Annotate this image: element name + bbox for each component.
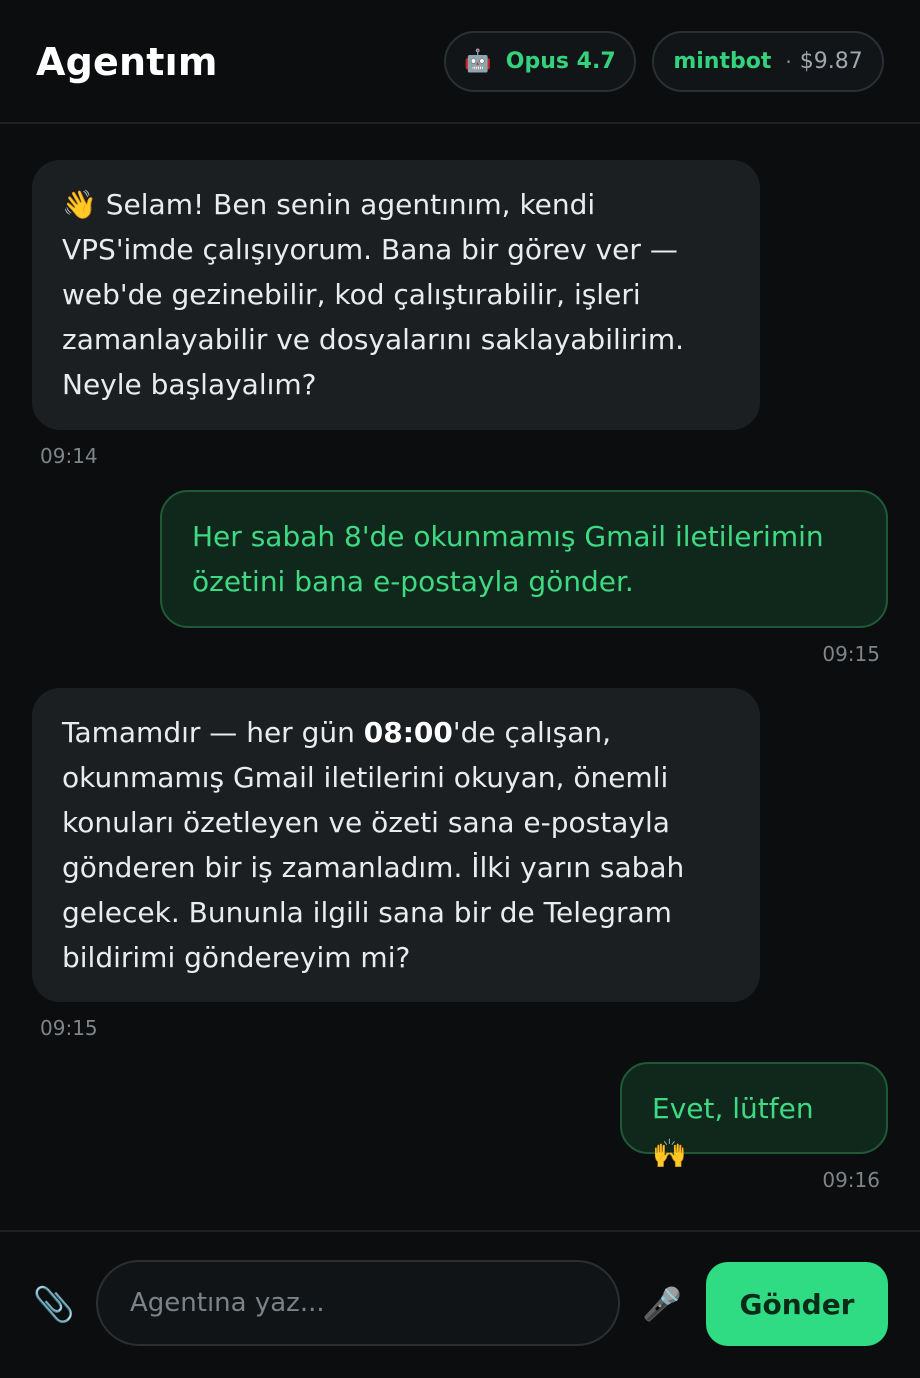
account-button[interactable]: mintbot · $9.87: [652, 31, 884, 92]
send-button[interactable]: Gönder: [706, 1262, 888, 1346]
model-label: Opus 4.7: [505, 49, 616, 74]
separator-dot: ·: [785, 49, 792, 74]
page-title: Agentım: [36, 40, 218, 84]
message-text: Her sabah 8'de okunmamış Gmail iletileri…: [192, 520, 824, 598]
account-balance: $9.87: [799, 49, 863, 74]
agent-message: 👋 Selam! Ben senin agentınım, kendi VPS'…: [32, 160, 760, 430]
scheduled-time: 08:00: [363, 716, 453, 749]
message-text: Selam! Ben senin agentınım, kendi VPS'im…: [62, 188, 685, 401]
user-message: Evet, lütfen 🙌: [620, 1062, 888, 1170]
microphone-icon[interactable]: 🎤: [640, 1282, 684, 1326]
agent-message: Tamamdır — her gün 08:00'de çalışan, oku…: [32, 688, 760, 1002]
message-timestamp: 09:14: [40, 444, 98, 468]
user-message: Her sabah 8'de okunmamış Gmail iletileri…: [160, 490, 888, 628]
model-selector-button[interactable]: 🤖 Opus 4.7: [444, 31, 636, 92]
message-timestamp: 09:15: [40, 1016, 98, 1040]
header: Agentım 🤖 Opus 4.7 mintbot · $9.87: [0, 0, 920, 124]
chat-app: Agentım 🤖 Opus 4.7 mintbot · $9.87 👋 Sel…: [0, 0, 920, 1378]
message-text: 'de çalışan, okunmamış Gmail iletilerini…: [62, 716, 685, 974]
message-timestamp: 09:16: [822, 1168, 880, 1192]
wave-icon: 👋: [62, 188, 97, 221]
message-input[interactable]: [96, 1260, 620, 1346]
paperclip-icon[interactable]: 📎: [32, 1283, 76, 1327]
message-timestamp: 09:15: [822, 642, 880, 666]
message-text: Tamamdır — her gün: [62, 716, 364, 749]
robot-icon: 🤖: [464, 49, 492, 74]
account-name: mintbot: [673, 49, 772, 74]
message-text: Evet, lütfen 🙌: [652, 1092, 814, 1170]
